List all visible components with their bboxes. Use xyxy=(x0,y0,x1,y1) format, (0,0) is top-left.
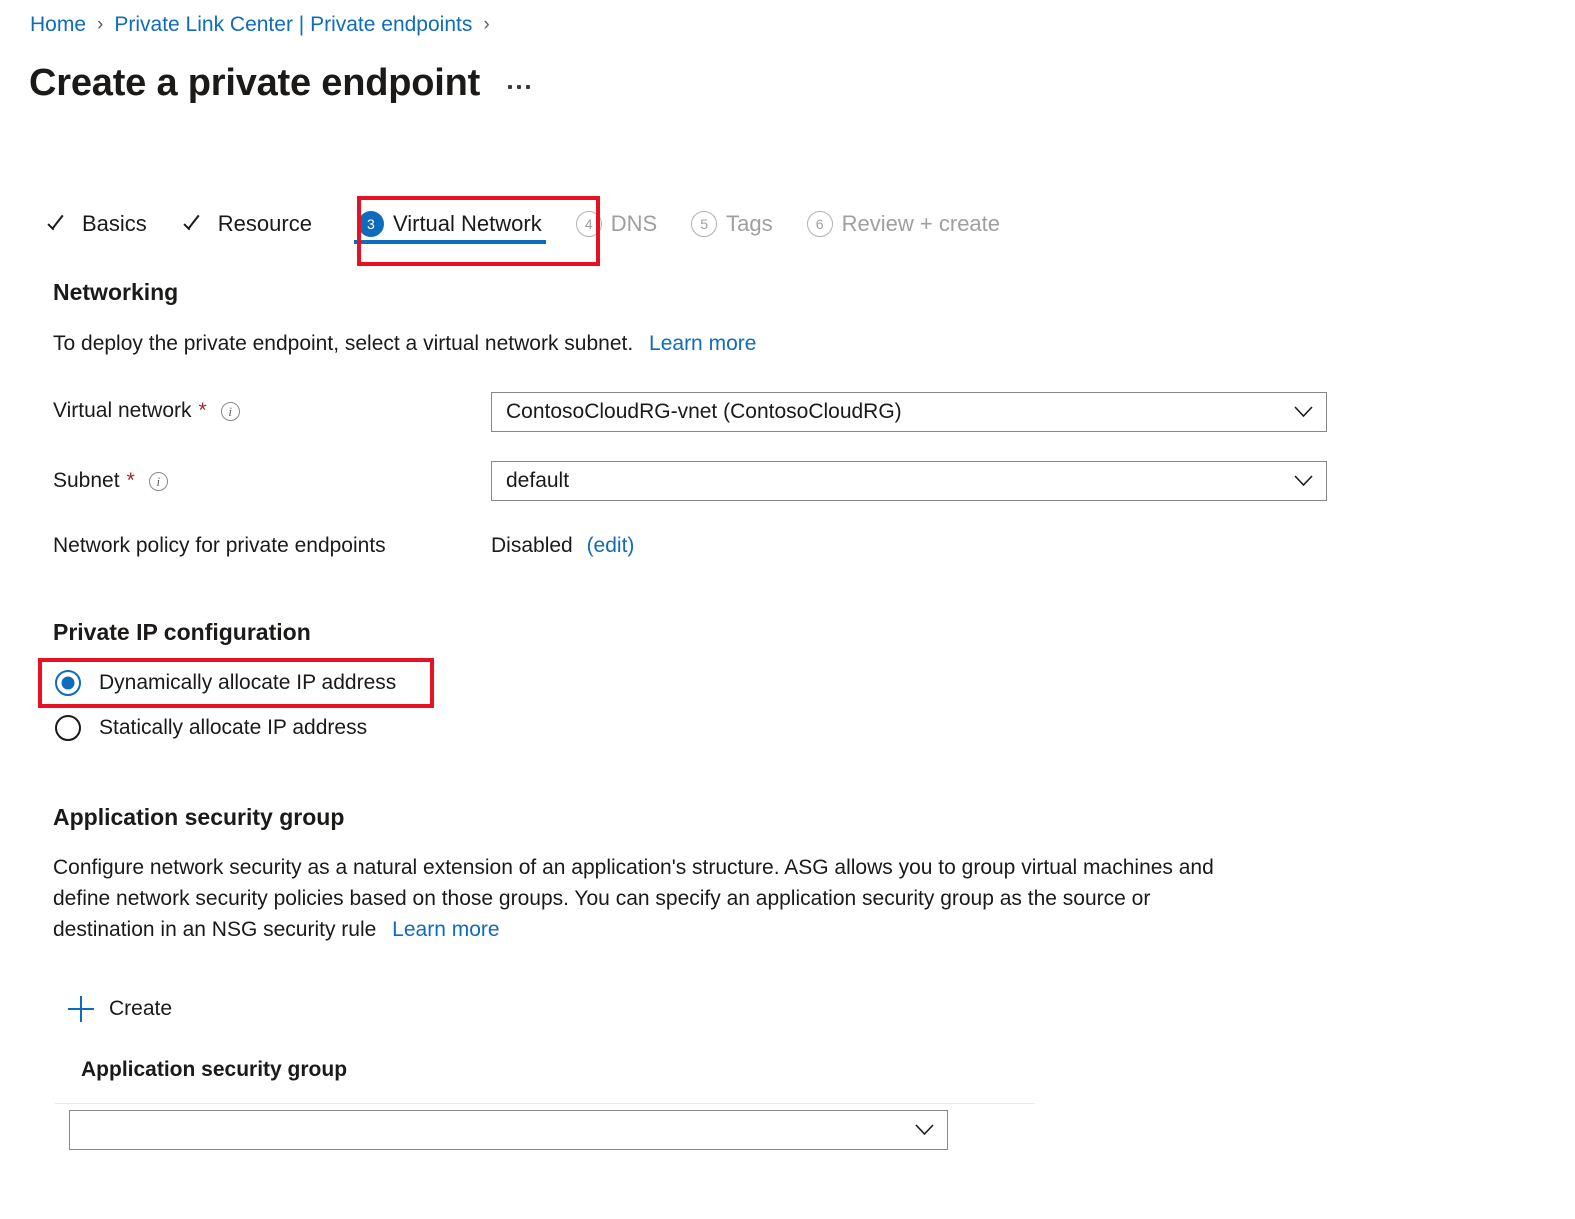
private-ip-heading: Private IP configuration xyxy=(53,619,311,645)
chevron-right-icon: › xyxy=(97,14,104,35)
required-marker: * xyxy=(126,469,135,492)
asg-learn-more-link[interactable]: Learn more xyxy=(392,918,499,941)
step-number-badge: 5 xyxy=(691,211,718,237)
chevron-down-icon xyxy=(1280,475,1326,487)
required-marker: * xyxy=(198,399,207,422)
tab-dns-label: DNS xyxy=(610,211,658,236)
chevron-down-icon xyxy=(901,1124,947,1136)
chevron-down-icon xyxy=(1280,406,1326,418)
check-icon xyxy=(45,211,71,237)
networking-heading: Networking xyxy=(53,279,179,305)
networking-description: To deploy the private endpoint, select a… xyxy=(53,328,756,359)
check-icon xyxy=(181,211,207,237)
network-policy-value-row: Disabled (edit) xyxy=(491,534,634,558)
page-title: Create a private endpoint xyxy=(29,62,481,104)
create-asg-button-label: Create xyxy=(109,997,173,1020)
breadcrumb-item-home[interactable]: Home xyxy=(30,13,86,37)
subnet-value: default xyxy=(506,469,570,492)
info-icon[interactable]: i xyxy=(220,401,240,421)
tab-tags[interactable]: 5 Tags xyxy=(691,200,773,248)
tab-review-create[interactable]: 6 Review + create xyxy=(806,200,1001,248)
page-title-row: Create a private endpoint xyxy=(29,62,531,105)
radio-statically-allocate[interactable]: Statically allocate IP address xyxy=(55,708,367,748)
radio-button-selected-icon[interactable] xyxy=(55,670,81,696)
virtual-network-dropdown[interactable]: ContosoCloudRG-vnet (ContosoCloudRG) xyxy=(491,392,1327,432)
networking-description-text: To deploy the private endpoint, select a… xyxy=(53,332,634,355)
subnet-label-text: Subnet xyxy=(53,469,120,492)
virtual-network-value: ContosoCloudRG-vnet (ContosoCloudRG) xyxy=(506,400,902,423)
breadcrumb: Home › Private Link Center | Private end… xyxy=(30,13,501,37)
chevron-right-icon: › xyxy=(483,14,490,35)
radio-dynamically-allocate[interactable]: Dynamically allocate IP address xyxy=(55,663,396,703)
more-actions-icon[interactable] xyxy=(508,85,531,89)
virtual-network-label-text: Virtual network xyxy=(53,399,192,422)
tab-virtual-network[interactable]: 3 Virtual Network xyxy=(346,200,554,248)
info-icon[interactable]: i xyxy=(148,471,168,491)
networking-learn-more-link[interactable]: Learn more xyxy=(649,332,756,355)
active-tab-underline xyxy=(353,240,546,244)
asg-dropdown[interactable] xyxy=(69,1110,948,1150)
tab-basics[interactable]: Basics xyxy=(45,200,147,248)
asg-description-line-2: define network security policies based o… xyxy=(53,887,1151,910)
tab-tags-label: Tags xyxy=(726,211,773,236)
tab-review-create-label: Review + create xyxy=(841,211,1001,236)
asg-description: Configure network security as a natural … xyxy=(53,852,1353,945)
asg-description-line-1: Configure network security as a natural … xyxy=(53,856,1214,879)
plus-icon xyxy=(68,996,94,1022)
radio-statically-allocate-label: Statically allocate IP address xyxy=(99,716,368,739)
radio-button-unselected-icon[interactable] xyxy=(55,715,81,741)
asg-description-line-3-row: destination in an NSG security rule Lear… xyxy=(53,914,1353,945)
virtual-network-label: Virtual network * i xyxy=(53,399,240,423)
tab-resource[interactable]: Resource xyxy=(181,200,312,248)
step-number-badge: 4 xyxy=(575,211,602,237)
tab-basics-label: Basics xyxy=(82,211,147,236)
tab-virtual-network-label: Virtual Network xyxy=(392,211,542,236)
create-asg-button[interactable]: Create xyxy=(68,990,172,1028)
step-number-badge: 3 xyxy=(357,211,384,237)
step-number-badge: 6 xyxy=(806,211,833,237)
asg-field-label: Application security group xyxy=(81,1058,348,1081)
subnet-dropdown[interactable]: default xyxy=(491,461,1327,501)
asg-heading: Application security group xyxy=(53,804,345,830)
breadcrumb-item-private-link-center[interactable]: Private Link Center | Private endpoints xyxy=(114,13,472,37)
tab-resource-label: Resource xyxy=(217,211,312,236)
network-policy-edit-link[interactable]: (edit) xyxy=(587,534,635,557)
tab-dns[interactable]: 4 DNS xyxy=(575,200,658,248)
asg-divider xyxy=(55,1103,1035,1104)
network-policy-value: Disabled xyxy=(491,534,573,557)
create-private-endpoint-page: Home › Private Link Center | Private end… xyxy=(0,0,1575,1219)
wizard-tabs: Basics Resource 3 Virtual Network 4 DNS … xyxy=(45,200,1034,256)
network-policy-label-text: Network policy for private endpoints xyxy=(53,534,386,557)
radio-dynamically-allocate-label: Dynamically allocate IP address xyxy=(99,671,397,694)
asg-description-line-3: destination in an NSG security rule xyxy=(53,918,377,941)
subnet-label: Subnet * i xyxy=(53,469,168,493)
network-policy-label: Network policy for private endpoints xyxy=(53,534,386,558)
